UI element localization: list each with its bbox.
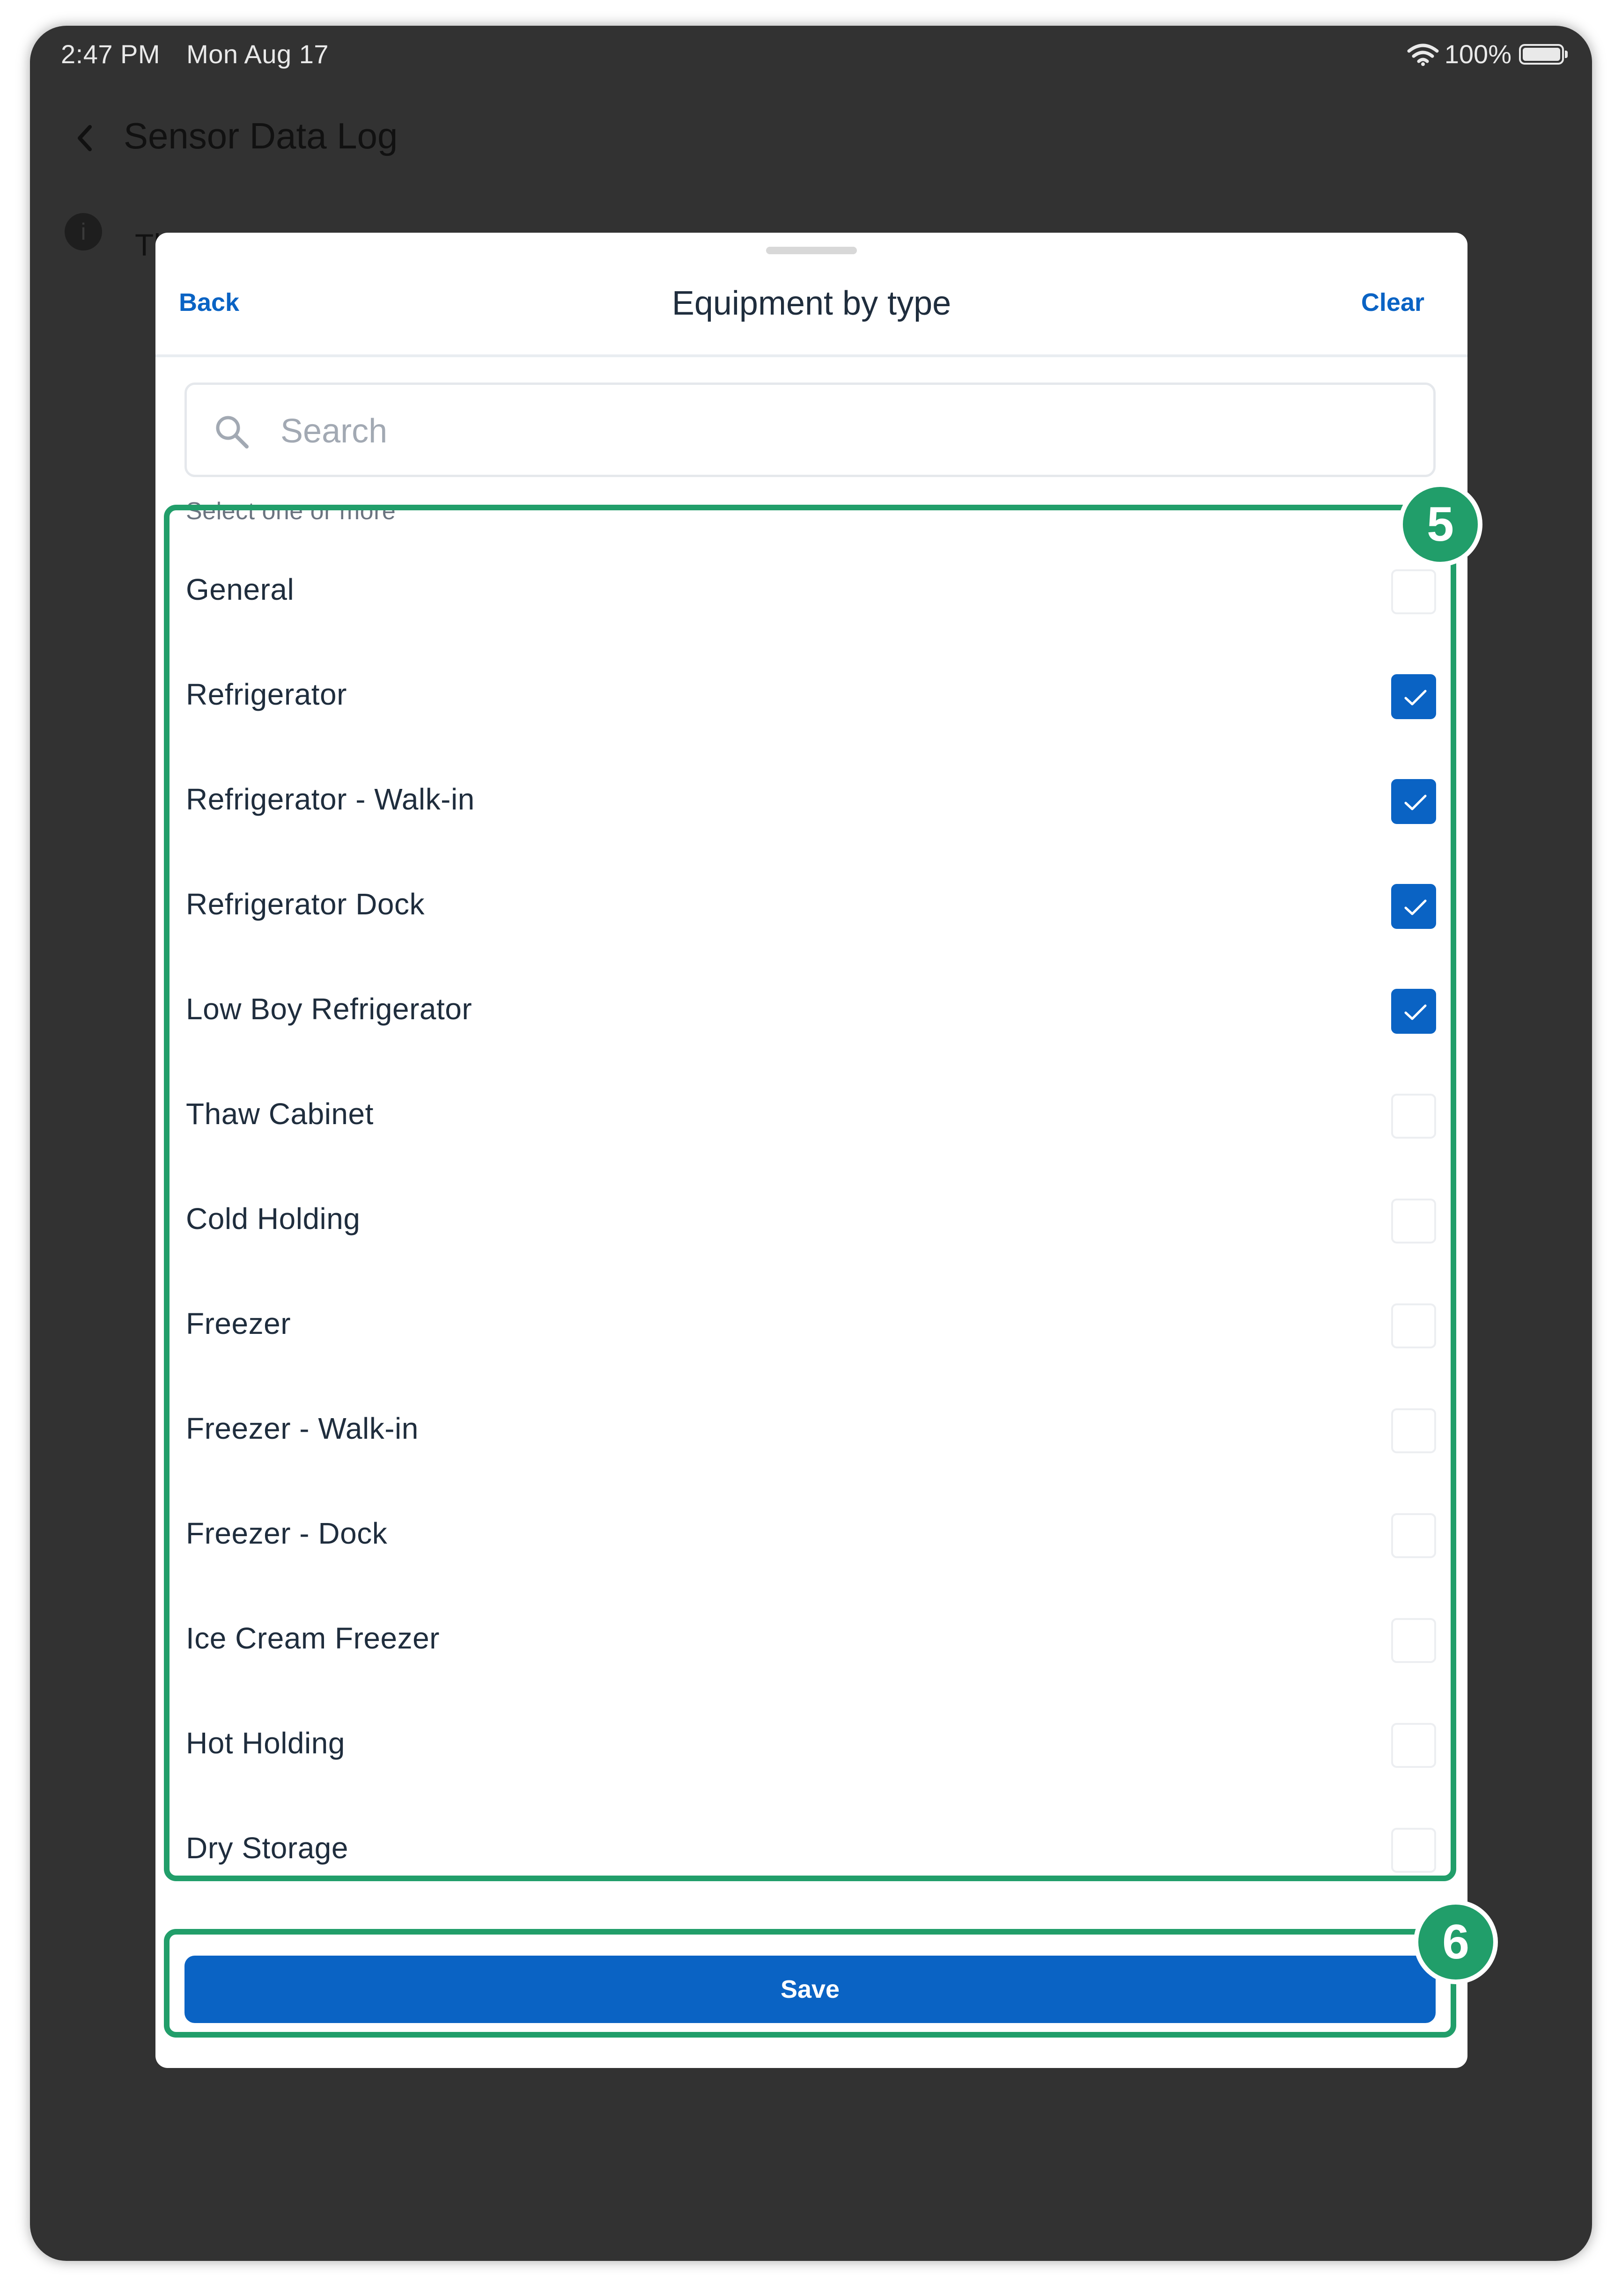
status-right: 100% — [1407, 39, 1568, 69]
chevron-left-icon[interactable] — [71, 110, 99, 166]
callout-frame-list — [164, 505, 1456, 1881]
search-input[interactable] — [280, 404, 1404, 459]
status-left: 2:47 PM Mon Aug 17 — [61, 39, 347, 69]
search-icon — [216, 416, 249, 449]
wifi-icon — [1407, 44, 1439, 66]
battery-level — [1523, 47, 1560, 61]
battery-percentage: 100% — [1444, 39, 1511, 69]
callout-badge-5: 5 — [1398, 482, 1482, 567]
status-bar: 2:47 PM Mon Aug 17 100% — [30, 26, 1592, 87]
sheet-title: Equipment by type — [671, 285, 951, 322]
callout-frame-save — [164, 1929, 1456, 2038]
page-title: Sensor Data Log — [124, 115, 398, 156]
callout-badge-6: 6 — [1414, 1900, 1498, 1984]
status-date: Mon Aug 17 — [186, 39, 329, 69]
sheet-header: Back Equipment by type Clear — [155, 233, 1467, 357]
clear-button[interactable]: Clear — [1361, 288, 1424, 317]
status-time: 2:47 PM — [61, 39, 161, 69]
search-field[interactable] — [184, 383, 1436, 477]
battery-icon — [1519, 44, 1568, 65]
info-icon: i — [65, 213, 102, 250]
